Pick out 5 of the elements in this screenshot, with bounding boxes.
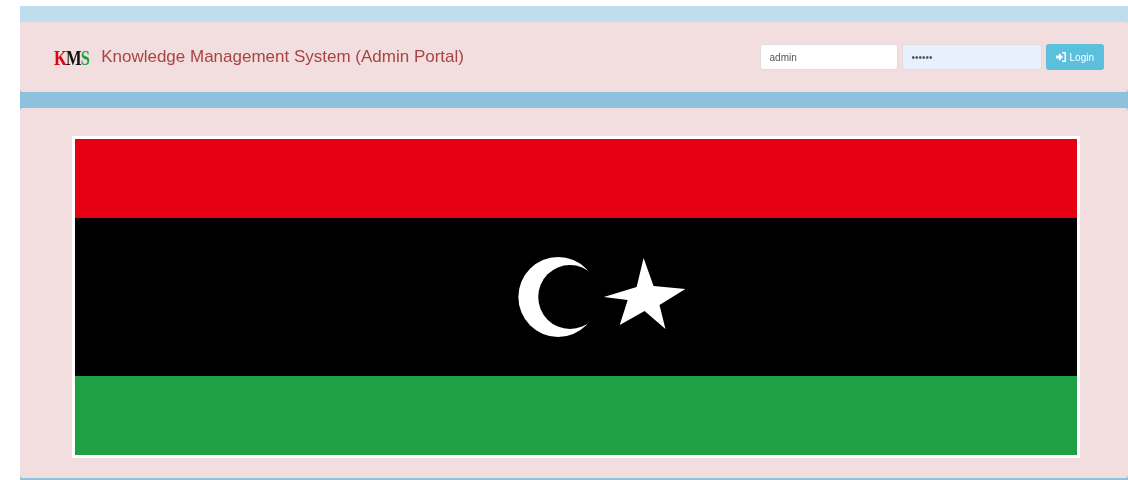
logo: KMS xyxy=(53,43,90,72)
login-icon xyxy=(1055,52,1066,62)
password-field[interactable]: •••••• xyxy=(901,44,1042,70)
app-title: Knowledge Management System (Admin Portal) xyxy=(101,46,464,69)
username-field[interactable]: admin xyxy=(759,44,898,70)
